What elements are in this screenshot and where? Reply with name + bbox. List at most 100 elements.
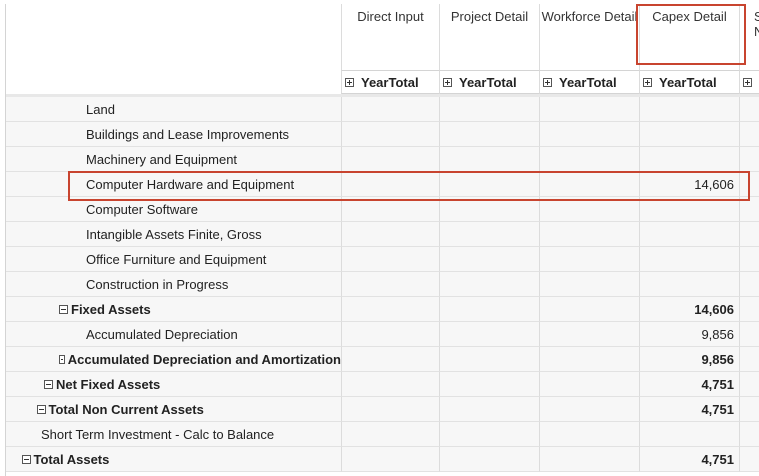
data-cell[interactable] xyxy=(739,397,759,422)
data-cell[interactable] xyxy=(539,372,639,397)
collapse-minus-icon[interactable] xyxy=(59,304,68,314)
data-cell[interactable] xyxy=(439,122,539,147)
data-cell[interactable] xyxy=(639,147,739,172)
data-cell[interactable] xyxy=(539,247,639,272)
expand-plus-icon[interactable] xyxy=(345,77,354,87)
collapse-minus-icon[interactable] xyxy=(59,354,65,364)
data-cell[interactable] xyxy=(341,297,439,322)
data-cell[interactable] xyxy=(739,272,759,297)
table-row[interactable]: Accumulated Depreciation and Amortizatio… xyxy=(6,347,759,372)
data-cell[interactable] xyxy=(539,322,639,347)
data-cell[interactable] xyxy=(639,222,739,247)
data-cell[interactable] xyxy=(439,422,539,447)
data-cell[interactable]: 4,751 xyxy=(639,372,739,397)
data-cell[interactable] xyxy=(739,147,759,172)
data-cell[interactable] xyxy=(739,322,759,347)
table-row[interactable]: Computer Hardware and Equipment 14,606 xyxy=(6,172,759,197)
column-header-4[interactable]: Capex Detail xyxy=(639,4,739,70)
collapse-minus-icon[interactable] xyxy=(44,379,53,389)
data-cell[interactable] xyxy=(639,247,739,272)
column-header-2[interactable]: Project Detail xyxy=(439,4,539,70)
data-cell[interactable] xyxy=(539,97,639,122)
table-row[interactable]: Buildings and Lease Improvements xyxy=(6,122,759,147)
data-cell[interactable] xyxy=(341,197,439,222)
data-cell[interactable] xyxy=(341,247,439,272)
table-row[interactable]: Total Non Current Assets 4,751 xyxy=(6,397,759,422)
data-cell[interactable] xyxy=(341,272,439,297)
data-cell[interactable] xyxy=(739,197,759,222)
data-cell[interactable] xyxy=(439,172,539,197)
data-cell[interactable] xyxy=(341,422,439,447)
column-header-3[interactable]: Workforce Detail xyxy=(539,4,639,70)
data-cell[interactable] xyxy=(539,422,639,447)
column-header-1[interactable]: Direct Input xyxy=(341,4,439,70)
data-cell[interactable] xyxy=(539,297,639,322)
data-cell[interactable] xyxy=(341,447,439,472)
table-row[interactable]: Construction in Progress xyxy=(6,272,759,297)
data-cell[interactable] xyxy=(539,272,639,297)
table-row[interactable]: Accumulated Depreciation 9,856 xyxy=(6,322,759,347)
table-row[interactable]: Short Term Investment - Calc to Balance xyxy=(6,422,759,447)
table-row[interactable]: Total Assets 4,751 xyxy=(6,447,759,472)
data-cell[interactable] xyxy=(539,347,639,372)
data-cell[interactable] xyxy=(341,372,439,397)
collapse-minus-icon[interactable] xyxy=(21,454,31,464)
expand-plus-icon[interactable] xyxy=(443,77,452,87)
table-row[interactable]: Office Furniture and Equipment xyxy=(6,247,759,272)
data-cell[interactable] xyxy=(739,422,759,447)
data-cell[interactable] xyxy=(639,422,739,447)
data-cell[interactable] xyxy=(341,97,439,122)
data-cell[interactable] xyxy=(439,297,539,322)
data-cell[interactable] xyxy=(739,447,759,472)
data-cell[interactable] xyxy=(341,147,439,172)
data-cell[interactable] xyxy=(439,247,539,272)
data-cell[interactable] xyxy=(539,222,639,247)
data-cell[interactable] xyxy=(439,222,539,247)
data-cell[interactable] xyxy=(739,297,759,322)
data-cell[interactable] xyxy=(341,347,439,372)
data-cell[interactable] xyxy=(639,122,739,147)
data-cell[interactable] xyxy=(739,372,759,397)
data-cell[interactable]: 9,856 xyxy=(639,322,739,347)
data-cell[interactable] xyxy=(439,397,539,422)
data-cell[interactable] xyxy=(639,272,739,297)
data-cell[interactable] xyxy=(539,172,639,197)
data-cell[interactable] xyxy=(539,397,639,422)
data-cell[interactable] xyxy=(639,97,739,122)
table-row[interactable]: Computer Software xyxy=(6,197,759,222)
column-subheader-4[interactable]: YearTotal xyxy=(639,70,739,94)
data-cell[interactable] xyxy=(739,222,759,247)
data-cell[interactable]: 14,606 xyxy=(639,172,739,197)
table-row[interactable]: Intangible Assets Finite, Gross xyxy=(6,222,759,247)
column-subheader-1[interactable]: YearTotal xyxy=(341,70,439,94)
expand-plus-icon[interactable] xyxy=(643,77,652,87)
data-cell[interactable] xyxy=(739,247,759,272)
data-cell[interactable] xyxy=(439,197,539,222)
column-header-5[interactable]: S N xyxy=(739,4,759,70)
data-cell[interactable] xyxy=(439,322,539,347)
data-cell[interactable] xyxy=(539,147,639,172)
data-cell[interactable]: 14,606 xyxy=(639,297,739,322)
data-cell[interactable] xyxy=(739,97,759,122)
data-cell[interactable] xyxy=(341,222,439,247)
data-cell[interactable] xyxy=(639,197,739,222)
expand-plus-icon[interactable] xyxy=(743,77,752,87)
data-cell[interactable] xyxy=(739,122,759,147)
data-cell[interactable] xyxy=(439,147,539,172)
table-row[interactable]: Fixed Assets 14,606 xyxy=(6,297,759,322)
data-cell[interactable] xyxy=(439,97,539,122)
data-cell[interactable] xyxy=(341,172,439,197)
data-cell[interactable] xyxy=(439,447,539,472)
data-cell[interactable] xyxy=(439,347,539,372)
data-cell[interactable] xyxy=(539,122,639,147)
column-subheader-5[interactable] xyxy=(739,70,759,94)
data-cell[interactable]: 4,751 xyxy=(639,397,739,422)
table-row[interactable]: Net Fixed Assets 4,751 xyxy=(6,372,759,397)
data-cell[interactable] xyxy=(439,272,539,297)
data-cell[interactable] xyxy=(539,447,639,472)
column-subheader-2[interactable]: YearTotal xyxy=(439,70,539,94)
data-cell[interactable] xyxy=(739,347,759,372)
data-cell[interactable] xyxy=(539,197,639,222)
data-cell[interactable]: 4,751 xyxy=(639,447,739,472)
data-cell[interactable] xyxy=(341,397,439,422)
